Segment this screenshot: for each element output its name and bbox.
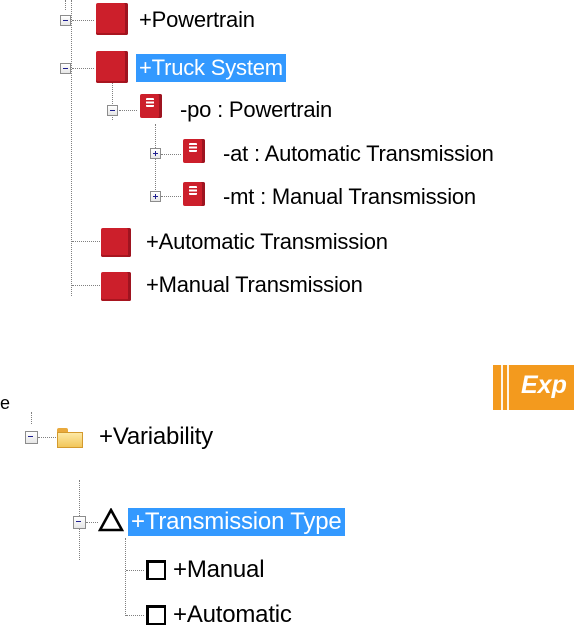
tree-guide-line xyxy=(119,110,137,111)
tree-item-label: -at : Automatic Transmission xyxy=(223,141,494,166)
tree-guide-line xyxy=(86,522,98,523)
block-icon xyxy=(101,272,131,301)
collapse-toggle-icon[interactable] xyxy=(60,63,71,74)
tree-item-label: +Powertrain xyxy=(139,7,255,32)
tree-item-label: +Automatic xyxy=(173,601,292,628)
tree-item-at-automatic-transmission[interactable]: -at : Automatic Transmission xyxy=(220,137,497,171)
tree-item-manual[interactable]: +Manual xyxy=(170,553,267,587)
tree-guide-line xyxy=(161,154,181,155)
collapse-toggle-icon[interactable] xyxy=(73,516,86,529)
tree-item-manual-transmission[interactable]: +Manual Transmission xyxy=(143,268,366,302)
variant-icon xyxy=(146,605,166,625)
tree-item-powertrain[interactable]: +Powertrain xyxy=(136,3,258,37)
tree-item-automatic[interactable]: +Automatic xyxy=(170,598,295,632)
tree-guide-line xyxy=(155,124,156,196)
tree-guide-line xyxy=(38,437,56,438)
folder-body xyxy=(57,432,83,448)
tree-guide-line xyxy=(126,615,144,616)
part-icon xyxy=(183,182,205,206)
tree-guide-line xyxy=(65,0,66,10)
part-icon xyxy=(140,94,162,118)
part-icon xyxy=(183,139,205,163)
tree-item-label: +Transmission Type xyxy=(128,508,345,536)
expand-toggle-icon[interactable] xyxy=(150,148,161,159)
tree-guide-line xyxy=(125,538,126,616)
tree-item-truck-system[interactable]: +Truck System xyxy=(136,51,286,85)
tree-item-label: +Manual xyxy=(173,556,265,583)
tree-item-variability[interactable]: +Variability xyxy=(96,420,216,454)
section-banner: Exp xyxy=(493,365,574,410)
tree-item-label: +Automatic Transmission xyxy=(146,229,388,254)
banner-stripe xyxy=(501,365,503,410)
tree-item-label: -po : Powertrain xyxy=(180,97,333,122)
variant-icon xyxy=(146,560,166,580)
banner-stripe xyxy=(507,365,509,410)
tree-item-automatic-transmission[interactable]: +Automatic Transmission xyxy=(143,225,391,259)
folder-icon xyxy=(57,428,83,448)
banner-text: Exp xyxy=(521,371,567,399)
tree-item-mt-manual-transmission[interactable]: -mt : Manual Transmission xyxy=(220,180,479,214)
collapse-toggle-icon[interactable] xyxy=(25,431,38,444)
tree-guide-line xyxy=(72,68,94,69)
tree-item-po-powertrain[interactable]: -po : Powertrain xyxy=(177,93,335,127)
tree-item-transmission-type[interactable]: +Transmission Type xyxy=(128,505,345,539)
tree-guide-line xyxy=(71,0,72,296)
tree-item-label: +Truck System xyxy=(136,54,286,82)
collapse-toggle-icon[interactable] xyxy=(60,15,71,26)
tree-guide-line xyxy=(126,570,144,571)
tree-guide-line xyxy=(72,285,100,286)
collapse-toggle-icon[interactable] xyxy=(107,105,118,116)
tree-guide-line xyxy=(161,196,181,197)
block-icon xyxy=(101,228,131,257)
tree-guide-line xyxy=(31,412,32,424)
tree-item-label: -mt : Manual Transmission xyxy=(223,184,476,209)
block-icon xyxy=(96,3,128,35)
expand-toggle-icon[interactable] xyxy=(150,191,161,202)
edge-text-fragment: e xyxy=(0,393,11,413)
block-icon xyxy=(96,51,128,83)
tree-item-label: +Variability xyxy=(99,423,213,450)
triangle-icon xyxy=(98,508,124,532)
tree-item-label: +Manual Transmission xyxy=(146,272,363,297)
tree-guide-line xyxy=(72,241,100,242)
tree-guide-line xyxy=(72,20,94,21)
